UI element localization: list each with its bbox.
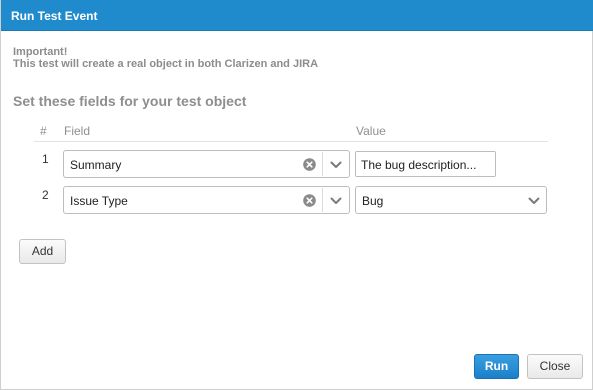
row-number: 1 [42,152,49,166]
add-button[interactable]: Add [19,239,66,264]
clear-icon[interactable] [303,194,316,207]
chevron-down-icon[interactable] [330,161,342,169]
run-test-event-dialog: Run Test Event Important! This test will… [0,0,593,390]
value-input-summary[interactable]: The bug description... [355,151,496,177]
column-header-value: Value [356,124,386,138]
chevron-down-icon[interactable] [330,197,342,205]
value-select-issue-type[interactable]: Bug [355,186,547,214]
combo-divider [322,188,323,212]
field-select-value: Issue Type [70,194,128,208]
field-select-summary[interactable]: Summary [63,150,350,178]
notice-heading: Important! [13,46,68,58]
dialog-title: Run Test Event [11,9,98,23]
section-title: Set these fields for your test object [13,93,247,109]
run-button[interactable]: Run [474,354,519,379]
field-select-issue-type[interactable]: Issue Type [63,186,350,214]
close-button[interactable]: Close [527,354,583,379]
notice-body: This test will create a real object in b… [13,58,319,70]
clear-icon[interactable] [303,158,316,171]
header-divider [34,141,548,142]
column-header-field: Field [64,124,91,138]
dialog-titlebar: Run Test Event [1,0,593,31]
field-select-value: Summary [70,158,122,172]
value-select-value: Bug [362,194,384,208]
row-number: 2 [42,188,49,202]
combo-divider [322,152,323,176]
chevron-down-icon[interactable] [528,197,540,205]
column-header-number: # [40,124,47,138]
